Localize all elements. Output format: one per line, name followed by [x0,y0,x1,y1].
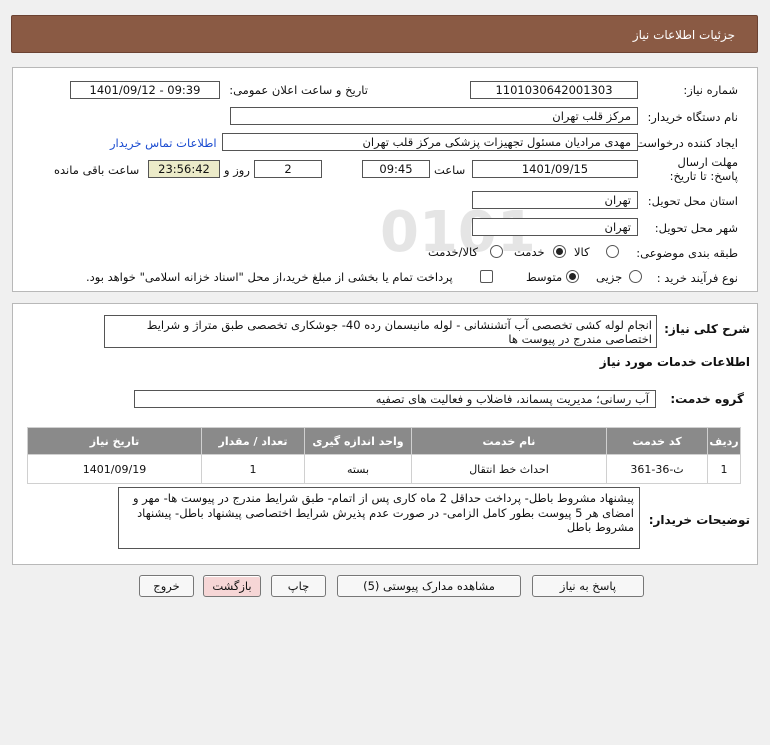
days-label: روز و [224,163,250,177]
announce-datetime-field: 1401/09/12 - 09:39 [70,81,220,99]
requester-field: مهدی مرادیان مسئول تجهیزات پزشکی مرکز قل… [222,133,638,151]
process-radio-minor[interactable] [629,270,642,283]
province-field: تهران [472,191,638,209]
buyer-org-field: مرکز قلب تهران [230,107,638,125]
exit-button[interactable]: خروج [139,575,194,597]
treasury-payment-note: پرداخت تمام یا بخشی از مبلغ خرید،از محل … [86,270,453,284]
province-label: استان محل تحویل: [647,194,738,208]
table-header-row: ردیف کد خدمت نام خدمت واحد اندازه گیری ت… [27,427,741,455]
city-field: تهران [472,218,638,236]
services-info-title: اطلاعات خدمات مورد نیاز [599,355,750,369]
buyer-notes-label: توضیحات خریدار: [648,513,750,527]
cell-unit: بسته [304,454,412,484]
deadline-time-label: ساعت [434,163,466,177]
process-option-minor: جزیی [596,270,623,284]
col-row: ردیف [707,427,741,455]
category-option-service: خدمت [514,245,545,259]
col-service-name: نام خدمت [411,427,607,455]
category-label: طبقه بندی موضوعی: [636,246,738,260]
services-table: ردیف کد خدمت نام خدمت واحد اندازه گیری ت… [27,427,741,484]
col-quantity: تعداد / مقدار [201,427,305,455]
category-radio-goods[interactable] [606,245,619,258]
process-option-medium: متوسط [526,270,563,284]
cell-need-date: 1401/09/19 [27,454,202,484]
print-button[interactable]: چاپ [271,575,326,597]
col-unit: واحد اندازه گیری [304,427,412,455]
service-group-label: گروه خدمت: [670,392,744,406]
cell-service-name: احداث خط انتقال [411,454,607,484]
page-title: جزئیات اطلاعات نیاز [632,28,735,42]
process-type-label: نوع فرآیند خرید : [656,271,738,285]
remaining-time-field: 23:56:42 [148,160,220,178]
buyer-notes-field: پیشنهاد مشروط باطل- پرداخت حداقل 2 ماه ک… [118,487,640,549]
announce-datetime-label: تاریخ و ساعت اعلان عمومی: [229,83,368,97]
col-need-date: تاریخ نیاز [27,427,202,455]
category-option-goods: کالا [574,245,590,259]
services-table-wrap: ردیف کد خدمت نام خدمت واحد اندازه گیری ت… [27,427,741,484]
cell-row: 1 [707,454,741,484]
process-radio-medium[interactable] [566,270,579,283]
general-desc-field: انجام لوله کشی تخصصی آب آتشنشانی - لوله … [104,315,657,348]
table-row: 1 ث-36-361 احداث خط انتقال بسته 1 1401/0… [27,454,741,484]
category-radio-goods-service[interactable] [490,245,503,258]
need-number-label: شماره نیاز: [683,83,738,97]
cell-quantity: 1 [201,454,305,484]
back-button[interactable]: بازگشت [203,575,261,597]
view-attachments-button[interactable]: مشاهده مدارک پیوستی (5) [337,575,521,597]
need-number-field: 1101030642001303 [470,81,638,99]
reply-button[interactable]: پاسخ به نیاز [532,575,644,597]
general-desc-label: شرح کلی نیاز: [664,322,750,336]
requester-label: ایجاد کننده درخواست: [632,136,738,150]
deadline-time-field: 09:45 [362,160,430,178]
deadline-label: مهلت ارسال پاسخ: تا تاریخ: [669,155,738,183]
category-radio-service[interactable] [553,245,566,258]
deadline-date-field: 1401/09/15 [472,160,638,178]
cell-service-code: ث-36-361 [606,454,708,484]
page-header: جزئیات اطلاعات نیاز [11,15,758,53]
buyer-contact-link[interactable]: اطلاعات تماس خریدار [110,136,217,150]
days-field: 2 [254,160,322,178]
city-label: شهر محل تحویل: [654,221,738,235]
service-group-field: آب رسانی؛ مدیریت پسماند، فاضلاب و فعالیت… [134,390,656,408]
remaining-label: ساعت باقی مانده [54,163,140,177]
category-option-goods-service: کالا/خدمت [428,245,479,259]
col-service-code: کد خدمت [606,427,708,455]
treasury-payment-checkbox[interactable] [480,270,493,283]
buyer-org-label: نام دستگاه خریدار: [647,110,738,124]
